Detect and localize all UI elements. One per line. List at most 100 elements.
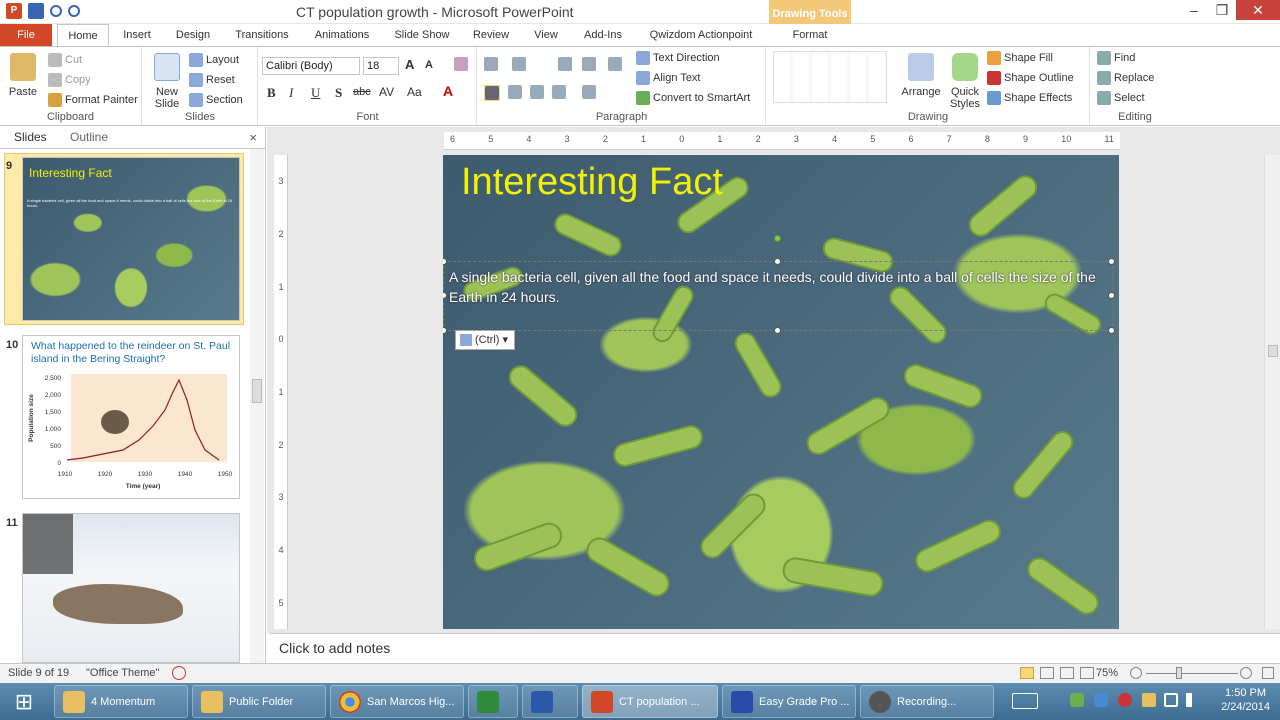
keyboard-icon[interactable]	[1012, 693, 1038, 709]
thumbnail-slide-9[interactable]: Interesting Fact A single bacteria cell,…	[22, 157, 240, 321]
tray-icon[interactable]	[1118, 693, 1132, 707]
taskbar-excel[interactable]	[468, 685, 518, 718]
taskbar-recording[interactable]: Recording...	[860, 685, 994, 718]
undo-icon[interactable]	[50, 5, 62, 17]
reset-button[interactable]: Reset	[189, 73, 235, 87]
format-painter-button[interactable]: Format Painter	[48, 93, 138, 107]
shapes-gallery[interactable]	[773, 51, 887, 103]
slide-show-icon[interactable]	[1080, 667, 1094, 679]
text-direction-button[interactable]: Text Direction	[636, 51, 720, 65]
italic-button[interactable]: I	[289, 85, 293, 101]
grow-font-button[interactable]: A	[405, 57, 414, 72]
tray-icon[interactable]	[1070, 693, 1084, 707]
columns-icon[interactable]	[582, 85, 596, 99]
slide-canvas[interactable]: Interesting Fact A single bacteria cell,…	[443, 155, 1119, 629]
resize-handle[interactable]	[1108, 327, 1115, 334]
tab-insert[interactable]: Insert	[116, 24, 158, 46]
resize-handle[interactable]	[1108, 258, 1115, 265]
system-clock[interactable]: 1:50 PM 2/24/2014	[1221, 686, 1270, 714]
resize-handle[interactable]	[774, 327, 781, 334]
normal-view-icon[interactable]	[1020, 667, 1034, 679]
font-size-select[interactable]: 18	[363, 57, 399, 75]
line-spacing-icon[interactable]	[608, 57, 622, 71]
paste-options-button[interactable]: (Ctrl) ▾	[455, 330, 515, 350]
close-icon[interactable]: ×	[249, 130, 257, 145]
tray-icon[interactable]	[1094, 693, 1108, 707]
font-color-icon[interactable]: A	[443, 83, 453, 99]
shrink-font-button[interactable]: A	[425, 59, 433, 71]
zoom-in-icon[interactable]	[1240, 667, 1252, 679]
tab-review[interactable]: Review	[468, 24, 514, 46]
scrollbar-thumb[interactable]	[252, 379, 262, 403]
tab-slide-show[interactable]: Slide Show	[388, 24, 456, 46]
theme-name[interactable]: "Office Theme"	[86, 667, 159, 679]
align-center-icon[interactable]	[508, 85, 522, 99]
zoom-slider-thumb[interactable]	[1176, 667, 1182, 679]
numbering-icon[interactable]	[512, 57, 526, 71]
increase-indent-icon[interactable]	[582, 57, 596, 71]
reading-view-icon[interactable]	[1060, 667, 1074, 679]
shape-effects-button[interactable]: Shape Effects	[987, 91, 1072, 105]
change-case-icon[interactable]: Aa	[407, 85, 422, 99]
clear-formatting-icon[interactable]	[454, 57, 468, 71]
resize-handle[interactable]	[1108, 292, 1115, 299]
new-slide-button[interactable]: New Slide	[147, 53, 187, 110]
flag-icon[interactable]	[1142, 693, 1156, 707]
maximize-button[interactable]: ❐	[1208, 0, 1236, 20]
fit-slide-icon[interactable]	[1262, 667, 1274, 679]
minimize-button[interactable]: –	[1180, 0, 1208, 20]
start-button[interactable]: ⊞	[2, 685, 46, 718]
paste-button[interactable]: Paste	[6, 53, 40, 98]
cut-button[interactable]: Cut	[48, 53, 82, 67]
editor-vertical-scrollbar[interactable]	[1264, 155, 1280, 629]
notes-pane[interactable]: Click to add notes	[269, 633, 1280, 663]
tab-add-ins[interactable]: Add-Ins	[578, 24, 628, 46]
character-spacing-icon[interactable]: AV	[379, 85, 394, 99]
strikethrough-button[interactable]: abc	[353, 86, 371, 98]
tab-format[interactable]: Format	[774, 24, 846, 46]
font-family-select[interactable]: Calibri (Body)	[262, 57, 360, 75]
bullets-icon[interactable]	[484, 57, 498, 71]
taskbar-easy-grade-pro[interactable]: Easy Grade Pro ...	[722, 685, 856, 718]
taskbar-chrome[interactable]: San Marcos Hig...	[330, 685, 464, 718]
close-button[interactable]: ✕	[1236, 0, 1280, 20]
find-button[interactable]: Find	[1097, 51, 1135, 65]
arrange-button[interactable]: Arrange	[899, 53, 943, 98]
replace-button[interactable]: Replace	[1097, 71, 1154, 85]
repeat-icon[interactable]	[68, 5, 80, 17]
slides-tab[interactable]: Slides	[14, 130, 47, 144]
quick-styles-button[interactable]: Quick Styles	[945, 53, 985, 110]
underline-button[interactable]: U	[311, 85, 320, 101]
decrease-indent-icon[interactable]	[558, 57, 572, 71]
tab-home[interactable]: Home	[57, 24, 109, 47]
tab-animations[interactable]: Animations	[308, 24, 376, 46]
network-icon[interactable]	[1164, 693, 1178, 707]
thumbnail-slide-11[interactable]	[22, 513, 240, 663]
copy-button[interactable]: Copy	[48, 73, 91, 87]
bold-button[interactable]: B	[267, 85, 276, 101]
resize-handle[interactable]	[774, 258, 781, 265]
slide-body-text[interactable]: A single bacteria cell, given all the fo…	[449, 267, 1109, 307]
shadow-button[interactable]: S	[335, 85, 342, 101]
taskbar-powerpoint[interactable]: CT population ...	[582, 685, 718, 718]
save-icon[interactable]	[28, 3, 44, 19]
zoom-out-icon[interactable]	[1130, 667, 1142, 679]
volume-icon[interactable]	[1186, 693, 1200, 707]
rotate-handle[interactable]	[774, 235, 781, 242]
outline-tab[interactable]: Outline	[70, 130, 108, 144]
convert-smartart-button[interactable]: Convert to SmartArt	[636, 91, 750, 105]
shape-outline-button[interactable]: Shape Outline	[987, 71, 1074, 85]
zoom-level[interactable]: 75%	[1096, 667, 1118, 679]
thumbnail-slide-10[interactable]: What happened to the reindeer on St. Pau…	[22, 335, 240, 499]
select-button[interactable]: Select	[1097, 91, 1145, 105]
spelling-check-icon[interactable]	[172, 666, 186, 680]
layout-button[interactable]: Layout	[189, 53, 239, 67]
taskbar-momentum[interactable]: 4 Momentum	[54, 685, 188, 718]
zoom-slider[interactable]	[1146, 673, 1238, 674]
justify-icon[interactable]	[552, 85, 566, 99]
slide-sorter-view-icon[interactable]	[1040, 667, 1054, 679]
shape-fill-button[interactable]: Shape Fill	[987, 51, 1053, 65]
align-text-button[interactable]: Align Text	[636, 71, 701, 85]
scrollbar-thumb[interactable]	[1268, 345, 1278, 357]
slide-title[interactable]: Interesting Fact	[461, 161, 723, 204]
